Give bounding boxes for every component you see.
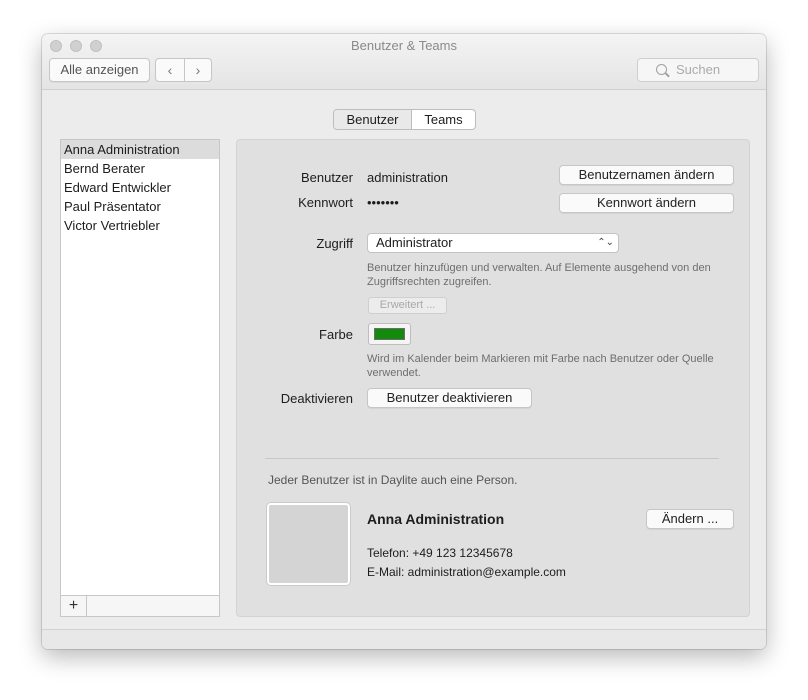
user-value: administration bbox=[367, 170, 448, 185]
segmented-control: Benutzer Teams bbox=[333, 109, 476, 130]
deactivate-label: Deaktivieren bbox=[280, 391, 353, 406]
change-password-button[interactable]: Kennwort ändern bbox=[559, 193, 734, 213]
change-person-button[interactable]: Ändern ... bbox=[646, 509, 734, 529]
person-note: Jeder Benutzer ist in Daylite auch eine … bbox=[268, 473, 518, 487]
search-input[interactable]: Suchen bbox=[637, 58, 759, 82]
list-item[interactable]: Bernd Berater bbox=[61, 159, 219, 178]
preferences-window: Benutzer & Teams Alle anzeigen ‹ › Suche… bbox=[42, 34, 766, 649]
nav-buttons: ‹ › bbox=[155, 58, 212, 82]
list-item[interactable]: Paul Präsentator bbox=[61, 197, 219, 216]
access-select[interactable]: Administrator ⌃⌄ bbox=[367, 233, 619, 253]
deactivate-user-button[interactable]: Benutzer deaktivieren bbox=[367, 388, 532, 408]
list-item[interactable]: Anna Administration bbox=[61, 140, 219, 159]
password-value: ••••••• bbox=[367, 195, 399, 210]
titlebar: Benutzer & Teams Alle anzeigen ‹ › Suche… bbox=[42, 34, 766, 90]
person-phone: Telefon: +49 123 12345678 bbox=[367, 546, 513, 560]
password-label: Kennwort bbox=[298, 195, 353, 210]
user-list: Anna Administration Bernd Berater Edward… bbox=[60, 139, 220, 617]
list-footer: + bbox=[61, 595, 219, 616]
list-item[interactable]: Victor Vertriebler bbox=[61, 216, 219, 235]
color-well[interactable] bbox=[368, 323, 411, 345]
tab-benutzer[interactable]: Benutzer bbox=[334, 110, 412, 129]
color-hint: Wird im Kalender beim Markieren mit Farb… bbox=[367, 353, 714, 379]
rename-user-button[interactable]: Benutzernamen ändern bbox=[559, 165, 734, 185]
tab-teams[interactable]: Teams bbox=[412, 110, 475, 129]
user-detail-panel: Benutzer administration Benutzernamen än… bbox=[236, 139, 750, 617]
access-select-value: Administrator bbox=[376, 235, 453, 250]
user-label: Benutzer bbox=[300, 170, 353, 185]
updown-chevron-icon: ⌃⌄ bbox=[597, 237, 614, 248]
forward-button[interactable]: › bbox=[184, 59, 212, 81]
bottom-bar bbox=[42, 629, 766, 649]
color-label: Farbe bbox=[319, 327, 353, 342]
advanced-button[interactable]: Erweitert ... bbox=[368, 297, 447, 314]
person-name: Anna Administration bbox=[367, 511, 505, 527]
divider bbox=[265, 458, 719, 459]
back-button[interactable]: ‹ bbox=[156, 59, 185, 81]
person-photo[interactable] bbox=[267, 503, 350, 585]
add-user-button[interactable]: + bbox=[61, 596, 87, 616]
color-swatch bbox=[374, 328, 405, 340]
list-item[interactable]: Edward Entwickler bbox=[61, 178, 219, 197]
window-title: Benutzer & Teams bbox=[351, 38, 457, 53]
access-label: Zugriff bbox=[316, 236, 353, 251]
person-email: E-Mail: administration@example.com bbox=[367, 565, 566, 579]
access-hint: Benutzer hinzufügen und verwalten. Auf E… bbox=[367, 262, 711, 288]
search-placeholder: Suchen bbox=[676, 62, 721, 77]
search-icon bbox=[656, 64, 667, 75]
show-all-button[interactable]: Alle anzeigen bbox=[49, 58, 150, 82]
